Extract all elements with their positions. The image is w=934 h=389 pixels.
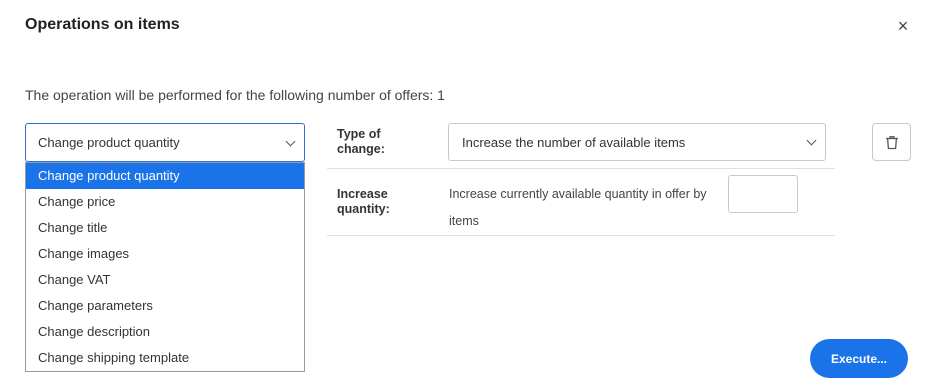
option-change-shipping-template[interactable]: Change shipping template	[26, 345, 304, 371]
trash-icon	[885, 135, 898, 149]
operation-dropdown-list: Change product quantity Change price Cha…	[25, 162, 305, 372]
quantity-unit: items	[449, 214, 479, 228]
increase-quantity-description: Increase currently available quantity in…	[449, 187, 707, 201]
option-change-title[interactable]: Change title	[26, 215, 304, 241]
type-of-change-value: Increase the number of available items	[462, 134, 686, 150]
operation-select[interactable]: Change product quantity	[25, 123, 305, 162]
dialog-title: Operations on items	[25, 16, 180, 33]
row-divider	[327, 168, 835, 169]
increase-quantity-label: Increase quantity:	[337, 187, 390, 216]
option-change-product-quantity[interactable]: Change product quantity	[26, 163, 304, 189]
type-of-change-label: Type of change:	[337, 127, 385, 156]
operations-dialog: Operations on items × The operation will…	[0, 0, 934, 389]
option-change-vat[interactable]: Change VAT	[26, 267, 304, 293]
close-icon[interactable]: ×	[894, 17, 912, 35]
operation-select-value: Change product quantity	[38, 135, 180, 150]
option-change-parameters[interactable]: Change parameters	[26, 293, 304, 319]
execute-button[interactable]: Execute...	[810, 339, 908, 378]
option-change-price[interactable]: Change price	[26, 189, 304, 215]
chevron-down-icon	[806, 135, 817, 146]
chevron-down-icon	[285, 136, 296, 146]
delete-operation-button[interactable]	[872, 123, 911, 161]
quantity-input[interactable]	[728, 175, 798, 213]
option-change-description[interactable]: Change description	[26, 319, 304, 345]
offer-count-info: The operation will be performed for the …	[25, 87, 445, 103]
type-of-change-select[interactable]: Increase the number of available items	[448, 123, 826, 161]
row-divider	[327, 235, 835, 236]
option-change-images[interactable]: Change images	[26, 241, 304, 267]
